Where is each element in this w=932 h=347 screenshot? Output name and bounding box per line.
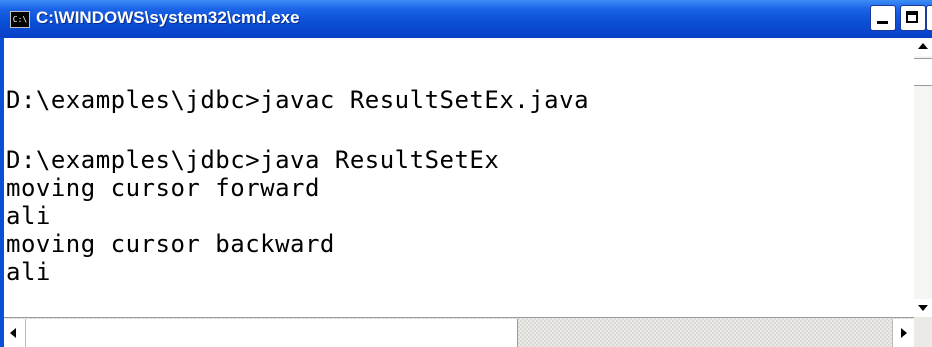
- window-title: C:\WINDOWS\system32\cmd.exe: [36, 8, 300, 27]
- scroll-up-arrow-icon[interactable]: [914, 38, 932, 56]
- console-line: moving cursor backward: [6, 230, 335, 258]
- horizontal-scrollbar[interactable]: [4, 317, 914, 347]
- console-output[interactable]: D:\examples\jdbc>javac ResultSetEx.java …: [4, 38, 914, 317]
- title-bar[interactable]: C:\ C:\WINDOWS\system32\cmd.exe ×: [0, 0, 932, 38]
- horizontal-scroll-thumb[interactable]: [26, 319, 518, 347]
- console-line: D:\examples\jdbc>java ResultSetEx: [6, 146, 500, 174]
- console-icon[interactable]: C:\: [10, 11, 30, 28]
- minimize-button[interactable]: [870, 5, 896, 31]
- console-line: moving cursor forward: [6, 174, 320, 202]
- vertical-scrollbar[interactable]: [914, 38, 932, 317]
- vertical-scroll-thumb[interactable]: [914, 58, 932, 86]
- scroll-right-arrow-icon[interactable]: [892, 319, 914, 347]
- maximize-button[interactable]: [900, 5, 926, 31]
- scroll-down-arrow-icon[interactable]: [914, 299, 932, 317]
- scroll-left-arrow-icon[interactable]: [4, 319, 26, 347]
- cmd-window: C:\ C:\WINDOWS\system32\cmd.exe × D:\exa…: [0, 0, 932, 347]
- close-button[interactable]: ×: [926, 5, 932, 31]
- console-line: ali: [6, 202, 51, 230]
- console-line: ali: [6, 258, 51, 286]
- scrollbar-corner: [914, 317, 932, 347]
- console-line: D:\examples\jdbc>javac ResultSetEx.java: [6, 86, 590, 114]
- client-area: D:\examples\jdbc>javac ResultSetEx.java …: [4, 38, 932, 347]
